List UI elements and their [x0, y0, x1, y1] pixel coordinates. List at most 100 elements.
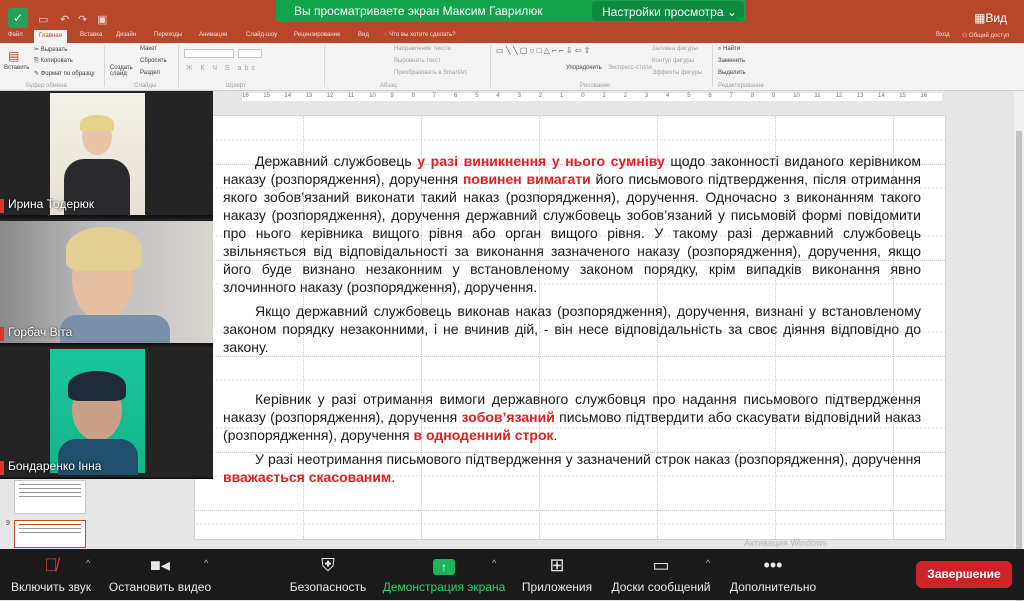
paragraph-group-label: Абзац — [380, 83, 397, 89]
whiteboard-icon: ▭ — [652, 555, 670, 575]
paste-button[interactable]: Вставить — [4, 65, 29, 71]
copy-button[interactable]: ⎘ Копировать — [34, 58, 73, 65]
shape-fill-button[interactable]: Заливка фигуры — [652, 46, 698, 52]
text-direction-button[interactable]: Направление текста — [394, 46, 451, 52]
tell-me-field[interactable]: ◌ Что вы хотите сделать? — [384, 32, 456, 38]
new-slide-button[interactable]: Создать слайд — [110, 65, 136, 77]
chevron-up-icon[interactable]: ^ — [492, 558, 496, 568]
ruler-tick: 3 — [517, 93, 521, 99]
share-screen-button[interactable]: ↑ Демонстрация экрана — [380, 549, 508, 600]
smartart-button[interactable]: Преобразовать в SmartArt — [394, 70, 467, 76]
redo-icon[interactable]: ↷ — [78, 13, 87, 26]
vertical-scrollbar[interactable] — [1014, 91, 1024, 601]
tab-view[interactable]: Вид — [358, 32, 369, 38]
tab-design[interactable]: Дизайн — [116, 32, 136, 38]
shield-icon[interactable]: ✓ — [8, 8, 28, 28]
share-banner: Вы просматриваете экран Максим Гаврилюк … — [276, 0, 746, 22]
title-bar: ✓ ▭ ↶ ↷ ▣ Вы просматриваете экран Максим… — [0, 0, 1024, 30]
tab-file[interactable]: Файл — [8, 32, 23, 38]
select-button[interactable]: Выделить — [718, 70, 746, 76]
slide-number: 9 — [6, 520, 10, 527]
layout-button[interactable]: Макет — [140, 46, 157, 52]
replace-button[interactable]: Заменить — [718, 58, 745, 64]
view-button[interactable]: ▦Вид — [974, 11, 1007, 25]
windows-activation-watermark: Активация Windows — [744, 538, 827, 548]
paragraph-3: Керівник у разі отримання вимоги державн… — [223, 391, 921, 443]
font-size-select[interactable] — [238, 49, 262, 58]
participant-name: Горбач Віта — [8, 325, 73, 339]
share-link[interactable]: ⚇ Общий доступ — [962, 32, 1009, 39]
arrange-button[interactable]: Упорядочить — [566, 65, 602, 71]
font-group-label: Шрифт — [226, 83, 246, 89]
ruler-tick: 1 — [560, 93, 564, 99]
participant-tile[interactable]: Бондаренко Інна — [0, 347, 213, 479]
stop-video-button[interactable]: ■◂ Остановить видео — [106, 549, 214, 600]
font-style-buttons[interactable]: Ж К Ч S abc — [186, 65, 258, 72]
quick-styles-button[interactable]: Экспресс-стили — [608, 65, 652, 71]
slide-canvas[interactable]: Державний службовець у разі виникнення у… — [194, 115, 946, 540]
ruler-tick: 5 — [475, 93, 479, 99]
shapes-gallery[interactable]: ▭ ╲ ╲ ▢ ○ □ △ ⌐ ⌐ ⇩ ⇦ ⇧ — [496, 46, 590, 55]
horizontal-ruler: 16 15 14 13 12 11 10 9 8 7 6 5 4 3 2 1 0 1 2 3 4 5 6 7 8 9 10 11 12 1… — [242, 93, 942, 101]
ruler-tick: 14 — [878, 93, 885, 99]
ruler-tick: 6 — [454, 93, 458, 99]
tab-insert[interactable]: Вставка — [80, 32, 102, 38]
tab-transitions[interactable]: Переходы — [154, 32, 182, 38]
chevron-down-icon: ⌄ — [726, 5, 737, 19]
slides-group-label: Слайды — [134, 83, 157, 89]
ruler-tick: 0 — [581, 93, 585, 99]
grid-view-icon: ▦ — [974, 11, 986, 25]
participant-name: Ирина Тодерюк — [8, 197, 95, 211]
slide-thumbnail-current[interactable] — [14, 520, 86, 548]
chevron-up-icon[interactable]: ^ — [204, 558, 208, 568]
tab-review[interactable]: Рецензирование — [294, 32, 340, 38]
shield-icon: ⛨ — [321, 555, 335, 575]
ruler-tick: 9 — [772, 93, 776, 99]
unmute-button[interactable]: 🎙̸ Включить звук — [8, 549, 94, 600]
ruler-tick: 16 — [920, 93, 928, 99]
highlighted-phrase: вважається скасованим — [223, 469, 392, 485]
tab-home[interactable]: Главная — [34, 30, 67, 43]
scrollbar-thumb[interactable] — [1016, 131, 1022, 601]
ruler-tick: 15 — [263, 93, 270, 99]
ruler-tick: 12 — [326, 93, 334, 99]
whiteboards-button[interactable]: ▭ Доски сообщений — [606, 549, 716, 600]
reset-button[interactable]: Сбросить — [140, 58, 167, 64]
ruler-tick: 15 — [899, 93, 906, 99]
tab-animation[interactable]: Анимация — [199, 32, 227, 38]
editing-group-label: Редактирование — [718, 83, 764, 89]
signin-link[interactable]: Вход — [936, 32, 950, 38]
chevron-up-icon[interactable]: ^ — [706, 558, 710, 568]
section-button[interactable]: Раздел — [140, 70, 160, 76]
end-meeting-button[interactable]: Завершение — [916, 561, 1012, 588]
view-options-button[interactable]: Настройки просмотра ⌄ — [592, 1, 744, 21]
font-family-select[interactable] — [184, 49, 234, 58]
align-text-button[interactable]: Выровнять текст — [394, 58, 441, 64]
highlighted-phrase: в одноденний строк — [413, 427, 554, 443]
slide-text-box[interactable]: Державний службовець у разі виникнення у… — [223, 152, 921, 492]
undo-icon[interactable]: ↶ — [60, 13, 69, 26]
highlighted-phrase: повинен вимагати — [462, 171, 591, 187]
apps-button[interactable]: ⊞ Приложения — [518, 549, 596, 600]
participant-tile[interactable]: Ирина Тодерюк — [0, 91, 213, 217]
shape-outline-button[interactable]: Контур фигуры — [652, 58, 694, 64]
more-button[interactable]: ••• Дополнительно — [726, 549, 820, 600]
security-button[interactable]: ⛨ Безопасность — [288, 549, 368, 600]
video-camera-icon: ■◂ — [150, 555, 170, 575]
share-banner-text: Вы просматриваете экран Максим Гаврилюк — [294, 4, 543, 18]
save-icon[interactable]: ▭ — [38, 13, 48, 26]
present-icon[interactable]: ▣ — [97, 13, 107, 26]
shape-effects-button[interactable]: Эффекты фигуры — [652, 70, 702, 76]
tab-slideshow[interactable]: Слайд-шоу — [246, 32, 277, 38]
divider — [712, 45, 713, 87]
participant-tile[interactable]: Горбач Віта — [0, 219, 213, 345]
format-painter-button[interactable]: ✎ Формат по образцу — [34, 70, 95, 77]
ruler-tick: 11 — [348, 93, 355, 99]
cut-button[interactable]: ✂ Вырезать — [34, 46, 67, 53]
chevron-up-icon[interactable]: ^ — [86, 558, 90, 568]
ruler-tick: 4 — [496, 93, 500, 99]
ruler-tick: 10 — [369, 93, 376, 99]
find-button[interactable]: ⌕ Найти — [718, 46, 740, 53]
slide-thumbnail[interactable] — [14, 480, 86, 514]
divider — [178, 45, 179, 87]
